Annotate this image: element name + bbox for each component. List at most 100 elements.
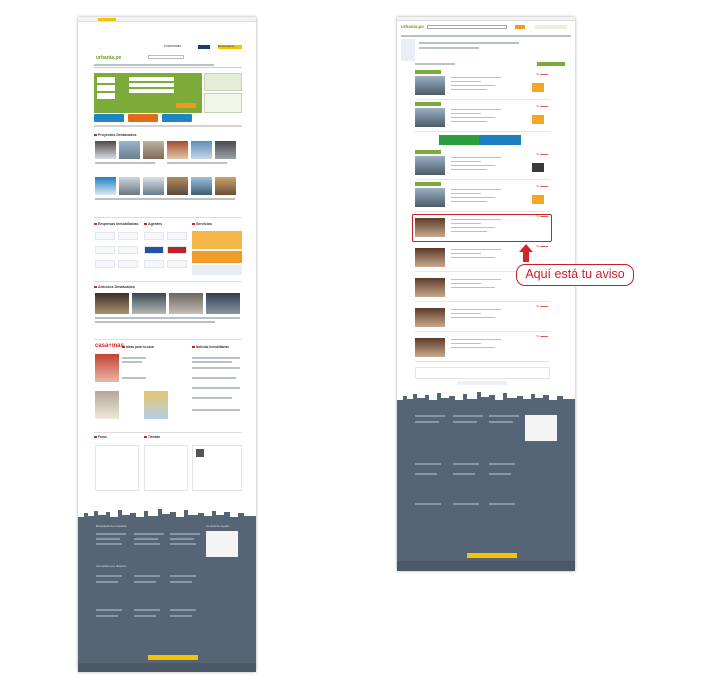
agent-logo[interactable]	[167, 260, 187, 268]
article-photo[interactable]	[95, 293, 129, 314]
publish-label[interactable]: Encuéntralo	[164, 45, 181, 48]
area-input[interactable]	[129, 89, 174, 93]
app-promo[interactable]	[204, 73, 242, 91]
developer-logo[interactable]	[532, 115, 544, 124]
pagination[interactable]	[457, 381, 507, 385]
help-card[interactable]	[206, 531, 238, 557]
services-calculator[interactable]	[192, 251, 242, 263]
article-photo[interactable]	[206, 293, 240, 314]
divider	[94, 125, 242, 127]
filter-sidebar[interactable]	[401, 39, 415, 61]
listing-photo[interactable]	[415, 338, 445, 357]
quick-link-buy[interactable]	[94, 114, 124, 122]
project-thumb[interactable]	[143, 141, 164, 159]
project-thumb[interactable]	[167, 177, 188, 195]
listing-photo[interactable]	[415, 188, 445, 207]
site-logo[interactable]: urbania.pe	[96, 55, 121, 61]
listing-photo[interactable]	[415, 248, 445, 267]
site-logo[interactable]: urbania.pe	[401, 24, 424, 29]
real-estate-title: Empresas inmobiliarias	[94, 222, 138, 226]
company-logo[interactable]	[118, 232, 138, 240]
developer-logo[interactable]	[532, 163, 544, 172]
casa-mas-logo[interactable]: casa+más	[95, 343, 124, 350]
quick-links	[94, 114, 204, 122]
save-search-box[interactable]	[415, 367, 550, 379]
listing-item[interactable]: S/. ▬▬▬	[415, 305, 550, 332]
footer: Búsqueda de inmueble Central de Ayuda In…	[78, 519, 256, 672]
project-thumb[interactable]	[143, 177, 164, 195]
listing-photo[interactable]	[415, 108, 445, 127]
listing-photo[interactable]	[415, 156, 445, 175]
quick-search-input[interactable]	[148, 55, 184, 59]
view-toggle[interactable]	[537, 62, 565, 66]
listing-price: S/. ▬▬▬	[536, 245, 548, 248]
company-logo[interactable]	[95, 260, 115, 268]
price-input[interactable]	[129, 83, 174, 87]
project-thumb[interactable]	[215, 141, 236, 159]
top-utility-bar	[397, 17, 575, 21]
listing-photo[interactable]	[415, 308, 445, 327]
project-thumb[interactable]	[191, 141, 212, 159]
project-thumb[interactable]	[119, 141, 140, 159]
search-button[interactable]	[515, 25, 525, 29]
pointer-arrow-icon	[519, 244, 533, 262]
search-button[interactable]	[176, 103, 196, 108]
district-select[interactable]	[97, 93, 115, 99]
project-thumb[interactable]	[119, 177, 140, 195]
agent-logo[interactable]	[144, 260, 164, 268]
listing-item[interactable]: S/. ▬▬▬	[415, 335, 550, 362]
highlighted-listing-frame	[412, 214, 552, 242]
operation-select[interactable]	[97, 77, 115, 83]
project-thumb[interactable]	[215, 177, 236, 195]
forums-title: Foros	[94, 435, 107, 439]
company-logo[interactable]	[118, 246, 138, 254]
publish-badge[interactable]	[198, 45, 210, 49]
type-select[interactable]	[97, 85, 115, 91]
blog-title: Tiendas	[144, 435, 160, 439]
listing-item[interactable]: S/. ▬▬▬	[415, 73, 550, 100]
search-input[interactable]	[427, 25, 507, 29]
project-thumb[interactable]	[95, 141, 116, 159]
listing-item[interactable]: S/. ▬▬▬	[415, 105, 550, 132]
ideas-title: Ideas para tu casa	[122, 345, 154, 349]
top-utility-bar	[78, 17, 256, 22]
project-thumb[interactable]	[95, 177, 116, 195]
agent-logo[interactable]	[167, 232, 187, 240]
agent-logo[interactable]	[167, 246, 187, 254]
listing-item[interactable]: S/. ▬▬▬	[415, 185, 550, 212]
casa-mas-photo[interactable]	[95, 391, 119, 419]
casa-mas-photo[interactable]	[95, 354, 119, 382]
agent-logo[interactable]	[144, 246, 164, 254]
publish-button[interactable]	[535, 25, 567, 29]
callout-label: Aquí está tu aviso	[516, 264, 634, 286]
listing-photo[interactable]	[415, 76, 445, 95]
project-thumb[interactable]	[167, 141, 188, 159]
developer-logo[interactable]	[532, 195, 544, 204]
blog-box[interactable]	[144, 445, 188, 491]
article-photo[interactable]	[169, 293, 203, 314]
main-nav[interactable]	[94, 63, 242, 68]
company-logo[interactable]	[95, 246, 115, 254]
company-logo[interactable]	[95, 232, 115, 240]
forums-box[interactable]	[95, 445, 139, 491]
quick-link-new[interactable]	[162, 114, 192, 122]
services-box[interactable]	[192, 265, 242, 275]
agent-logo[interactable]	[144, 232, 164, 240]
help-card[interactable]	[525, 415, 557, 441]
services-promo[interactable]	[192, 231, 242, 249]
promo-banner-accent	[439, 135, 479, 145]
publish-promo[interactable]	[204, 93, 242, 113]
keyword-input[interactable]	[129, 77, 174, 81]
footer-districts-title: Inmuebles por distritos	[96, 565, 127, 568]
newspaper-badge[interactable]: El Comercio	[218, 45, 242, 49]
developer-logo[interactable]	[532, 83, 544, 92]
article-photo[interactable]	[132, 293, 166, 314]
quick-link-rent[interactable]	[128, 114, 158, 122]
casa-mas-photo[interactable]	[144, 391, 168, 419]
services-title: Servicios	[192, 222, 212, 226]
listing-item[interactable]: S/. ▬▬▬	[415, 153, 550, 180]
listing-photo[interactable]	[415, 278, 445, 297]
featured-articles-title: Artículos Destacados	[94, 285, 135, 289]
project-thumb[interactable]	[191, 177, 212, 195]
company-logo[interactable]	[118, 260, 138, 268]
